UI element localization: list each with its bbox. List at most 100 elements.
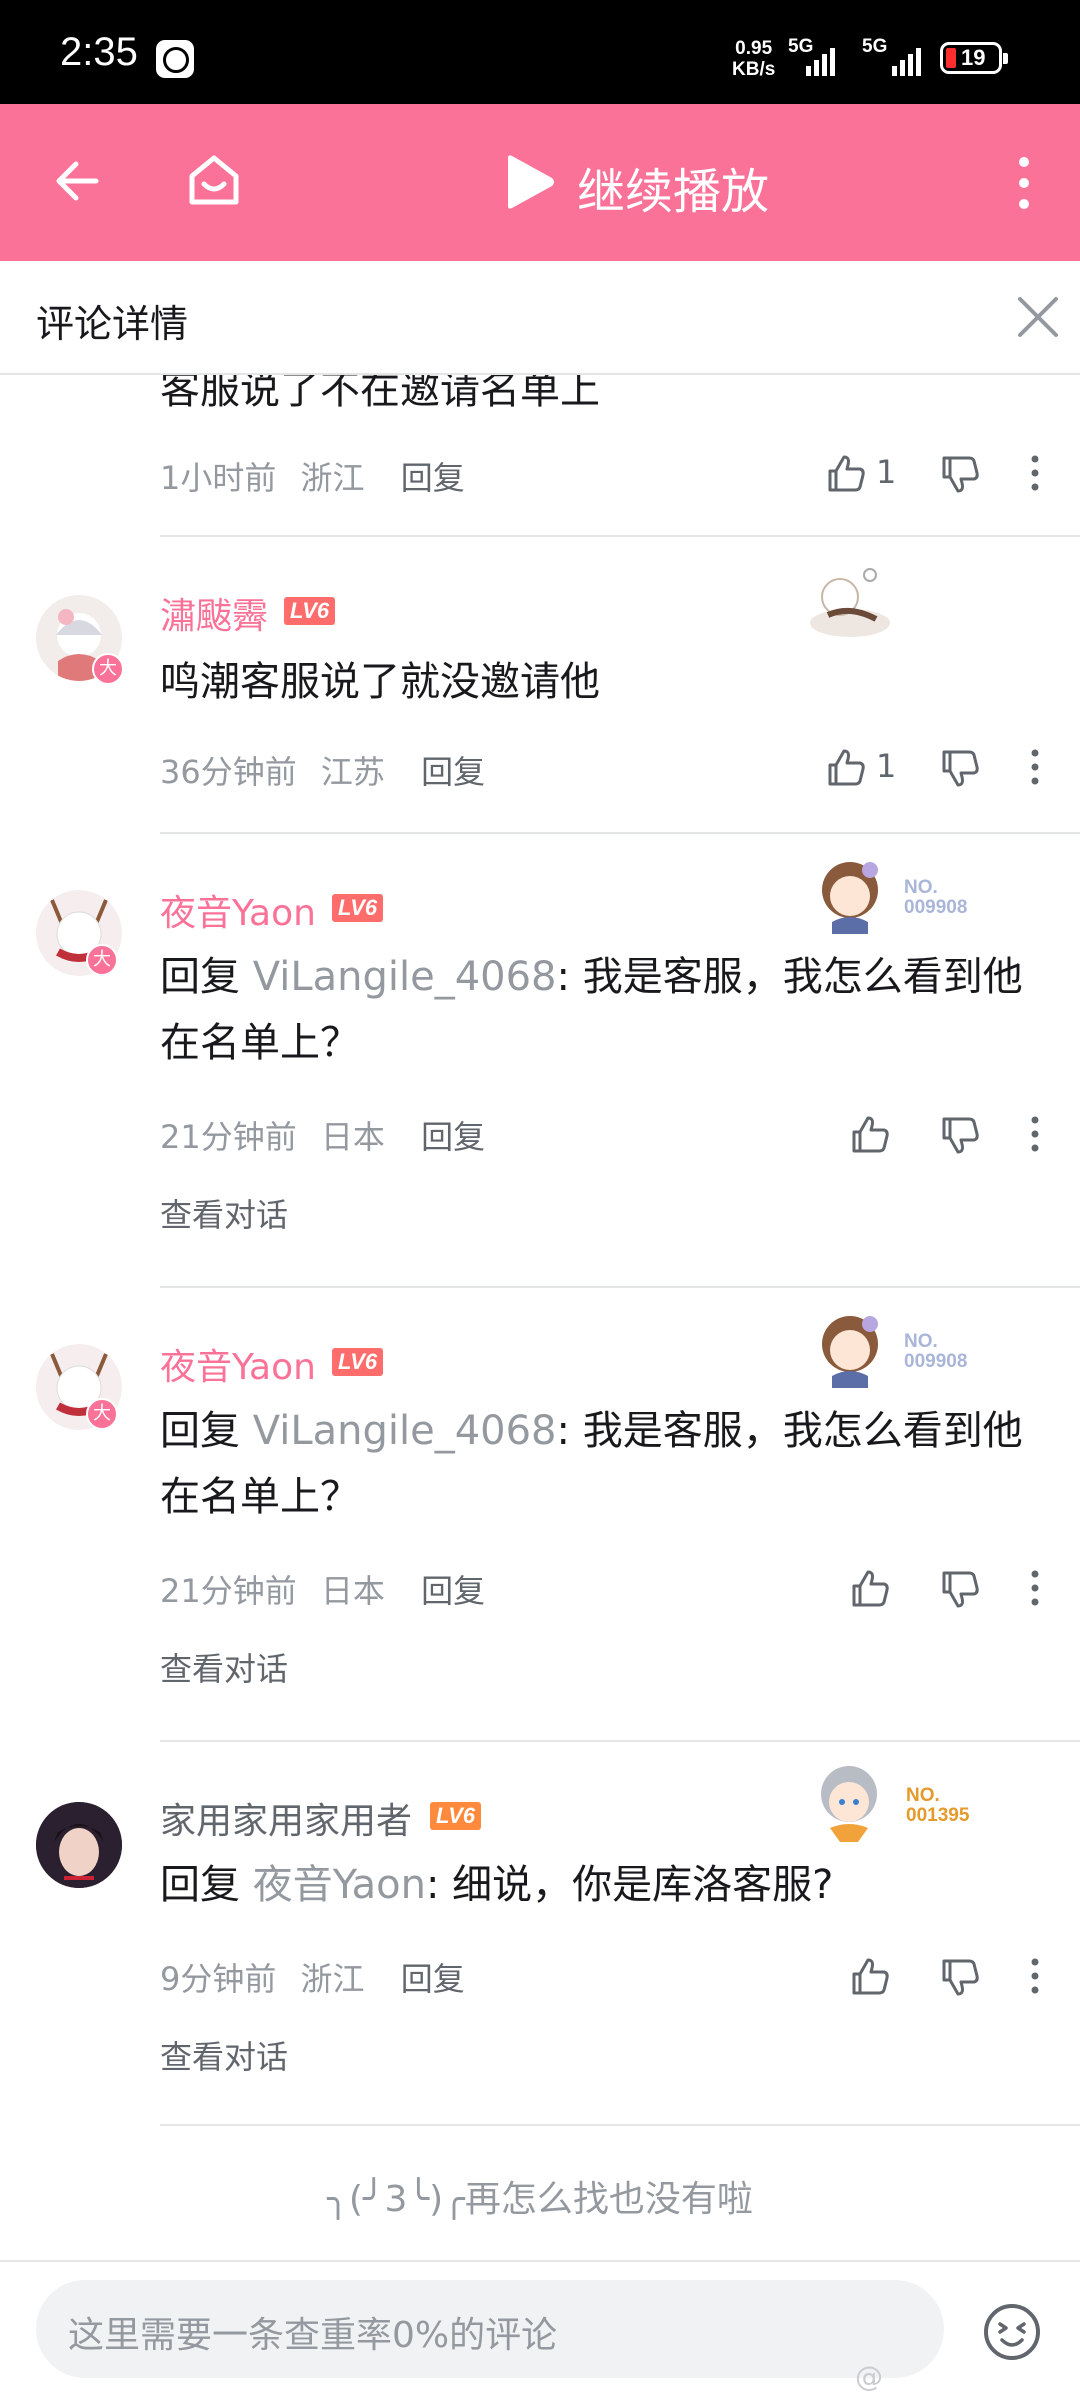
reply-target-username[interactable]: ViLangile_4068	[253, 954, 557, 1000]
reply-target-username[interactable]: ViLangile_4068	[253, 1408, 557, 1454]
decoration-no-value: 009908	[904, 1351, 968, 1372]
more-vertical-icon[interactable]	[1030, 1116, 1040, 1152]
thumbs-up-icon[interactable]	[850, 1568, 892, 1608]
reply-target-username[interactable]: 夜音Yaon	[253, 1862, 426, 1908]
see-conversation-link[interactable]: 查看对话	[160, 1644, 288, 1690]
decoration-sticker-icon	[822, 1316, 878, 1388]
decoration-no-label: NO.	[904, 877, 938, 898]
decoration-number: NO. 001395	[906, 1786, 969, 1826]
comment-content: 鸣潮客服说了就没邀请他	[160, 659, 600, 705]
reply-button[interactable]: 回复	[421, 753, 485, 791]
status-bar: 2:35 0.95 KB/s 5G 5G 19	[0, 0, 1080, 104]
decoration-sticker-icon	[822, 862, 878, 934]
divider	[160, 1286, 1080, 1288]
comment-meta: 21分钟前 日本 回复	[160, 1566, 485, 1612]
network-speed: 0.95 KB/s	[732, 38, 775, 80]
username[interactable]: 潚颰霽	[160, 587, 268, 639]
comment-time: 21分钟前	[160, 1572, 297, 1610]
more-vertical-icon[interactable]	[1030, 1570, 1040, 1606]
reply-prefix: 回复	[160, 1408, 240, 1454]
emoji-icon[interactable]	[982, 2302, 1042, 2362]
battery-level: 19	[961, 45, 986, 70]
reply-prefix: 回复	[160, 1862, 240, 1908]
decoration-number: NO. 009908	[904, 1332, 967, 1372]
divider	[160, 535, 1080, 537]
comment-text: : 细说，你是库洛客服?	[425, 1862, 834, 1908]
comment-meta: 21分钟前 日本 回复	[160, 1112, 485, 1158]
thumbs-down-icon[interactable]	[940, 455, 982, 495]
avatar[interactable]	[36, 1802, 122, 1888]
decoration-no-value: 009908	[904, 897, 968, 918]
thumbs-down-icon[interactable]	[940, 1570, 982, 1610]
comment-time: 21分钟前	[160, 1118, 297, 1156]
vip-badge-icon: 大	[86, 944, 118, 976]
reply-button[interactable]: 回复	[401, 1960, 465, 1998]
network-speed-value: 0.95	[735, 38, 773, 59]
vip-badge-icon: 大	[92, 653, 124, 685]
thumbs-up-icon[interactable]	[826, 747, 868, 787]
comment-location: 浙江	[300, 1960, 365, 1998]
comment-time: 9分钟前	[160, 1960, 277, 1998]
battery-icon: 19	[940, 42, 1008, 74]
comment-content: 回复 ViLangile_4068: 我是客服，我怎么看到他在名单上？	[160, 944, 1040, 1076]
comment-input-bar: 这里需要一条查重率0%的评论 @	[0, 2260, 1080, 2402]
network-speed-unit: KB/s	[732, 59, 776, 80]
more-vertical-icon[interactable]	[1030, 749, 1040, 785]
continue-play-button[interactable]: 继续播放	[577, 152, 769, 222]
comment-location: 日本	[320, 1118, 385, 1156]
home-icon[interactable]	[184, 150, 244, 210]
reply-button[interactable]: 回复	[421, 1118, 485, 1156]
close-icon[interactable]	[1016, 295, 1060, 339]
watermark: @	[855, 2360, 883, 2393]
divider	[160, 2124, 1080, 2126]
comment-time: 1小时前	[160, 459, 277, 497]
decoration-no-label: NO.	[904, 1331, 938, 1352]
more-vertical-icon[interactable]	[1030, 455, 1040, 491]
vip-badge-icon: 大	[86, 1398, 118, 1430]
thumbs-down-icon[interactable]	[940, 1958, 982, 1998]
decoration-no-label: NO.	[906, 1785, 940, 1806]
comment-content: 回复 ViLangile_4068: 我是客服，我怎么看到他在名单上？	[160, 1398, 1040, 1530]
more-vertical-icon[interactable]	[1030, 1958, 1040, 1994]
comment-input[interactable]: 这里需要一条查重率0%的评论	[36, 2280, 944, 2378]
status-time: 2:35	[60, 30, 138, 74]
more-vertical-icon[interactable]	[1016, 156, 1032, 210]
thumbs-up-icon[interactable]	[850, 1956, 892, 1996]
level-badge: LV6	[284, 597, 336, 625]
comment-meta: 1小时前 浙江 回复	[160, 453, 465, 499]
thumbs-down-icon[interactable]	[940, 1116, 982, 1156]
comment-location: 日本	[320, 1572, 385, 1610]
like-count: 1	[876, 453, 897, 491]
comment-location: 浙江	[300, 459, 365, 497]
level-badge: LV6	[332, 1348, 384, 1376]
input-placeholder: 这里需要一条查重率0%的评论	[68, 2315, 558, 2356]
decoration-number: NO. 009908	[904, 878, 967, 918]
username[interactable]: 家用家用家用者	[160, 1792, 412, 1844]
signal-icon	[806, 44, 844, 76]
thumbs-up-icon[interactable]	[826, 453, 868, 493]
decoration-sticker-icon	[821, 1766, 877, 1842]
see-conversation-link[interactable]: 查看对话	[160, 1190, 288, 1236]
thumbs-down-icon[interactable]	[940, 749, 982, 789]
level-badge: LV6	[430, 1802, 482, 1830]
thumbs-up-icon[interactable]	[850, 1114, 892, 1154]
divider	[160, 832, 1080, 834]
like-count: 1	[876, 747, 897, 785]
reply-button[interactable]: 回复	[401, 459, 465, 497]
username[interactable]: 夜音Yaon	[160, 884, 316, 936]
comment-meta: 9分钟前 浙江 回复	[160, 1954, 465, 2000]
play-icon[interactable]	[502, 152, 558, 212]
reply-button[interactable]: 回复	[421, 1572, 485, 1610]
video-top-bar: 继续播放	[0, 104, 1080, 261]
page-title: 评论详情	[36, 302, 189, 346]
alarm-clock-icon	[156, 40, 194, 78]
comment-content: 回复 夜音Yaon: 细说，你是库洛客服?	[160, 1852, 1040, 1918]
signal-icon-2	[892, 44, 930, 76]
username[interactable]: 夜音Yaon	[160, 1338, 316, 1390]
arrow-left-icon[interactable]	[52, 156, 102, 206]
comment-detail-header: 评论详情	[0, 261, 1080, 375]
divider	[160, 1740, 1080, 1742]
comment-meta: 36分钟前 江苏 回复	[160, 747, 485, 793]
reply-prefix: 回复	[160, 954, 240, 1000]
see-conversation-link[interactable]: 查看对话	[160, 2032, 288, 2078]
